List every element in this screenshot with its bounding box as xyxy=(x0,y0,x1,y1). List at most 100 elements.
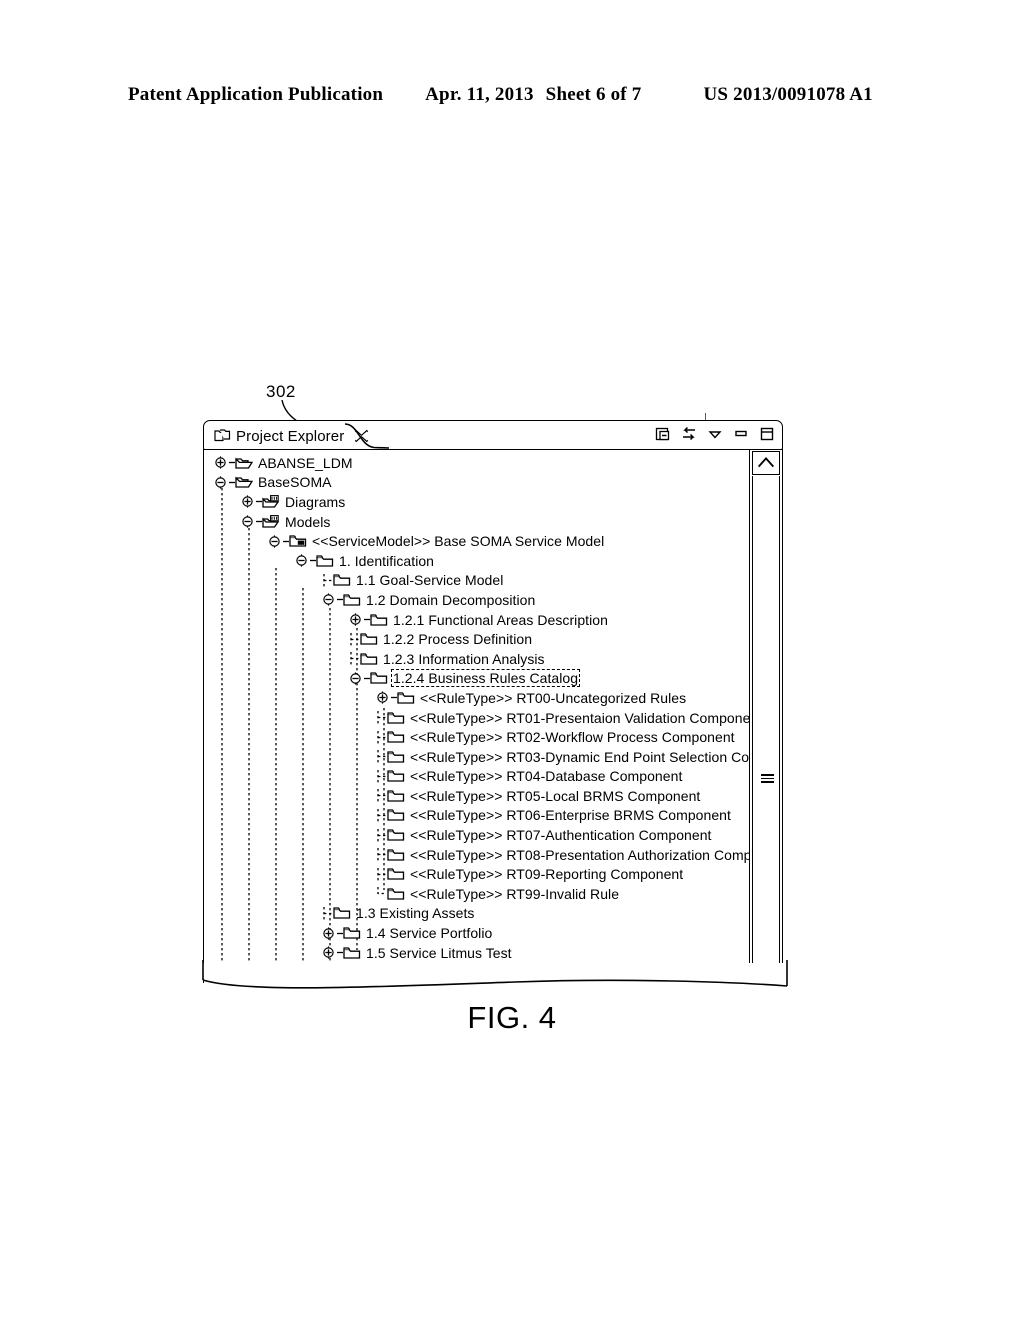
tree-row[interactable]: 1.2.4 Business Rules Catalog xyxy=(204,668,749,689)
tree-row[interactable]: <<RuleType>> RT00-Uncategorized Rules xyxy=(204,688,749,708)
tree-row[interactable]: 1.2.1 Functional Areas Description xyxy=(204,610,749,630)
folder-icon xyxy=(343,594,361,606)
collapse-node-icon[interactable] xyxy=(322,593,335,607)
tree-row-label: <<RuleType>> RT02-Workflow Process Compo… xyxy=(410,729,735,746)
tree-rows: ABANSE_LDM BaseSOMA Diagrams Models <<Servic… xyxy=(204,453,749,982)
link-with-editor-icon[interactable] xyxy=(681,426,697,442)
tree-row[interactable]: Diagrams xyxy=(204,492,749,512)
tree-row-label: 1.4 Service Portfolio xyxy=(366,925,493,942)
tree-row-label: 1.2.4 Business Rules Catalog xyxy=(390,668,581,688)
expand-node-icon[interactable] xyxy=(322,926,335,940)
tree-row-label: 1.2 Domain Decomposition xyxy=(366,591,536,608)
patent-number-label: US 2013/0091078 A1 xyxy=(703,84,873,105)
tree-row-label: 1.5 Service Litmus Test xyxy=(366,944,512,961)
tree-row[interactable]: 2. Specification xyxy=(204,962,749,982)
folder-icon xyxy=(387,888,405,900)
tree-row[interactable]: <<RuleType>> RT08-Presentation Authoriza… xyxy=(204,845,749,865)
tree-connector-tee xyxy=(377,828,386,842)
tree-row[interactable]: <<ServiceModel>> Base SOMA Service Model xyxy=(204,531,749,551)
collapse-node-icon[interactable] xyxy=(349,672,362,685)
tree-row-label: <<RuleType>> RT00-Uncategorized Rules xyxy=(420,689,687,706)
collapse-node-icon[interactable] xyxy=(268,535,281,548)
tree-row[interactable]: BaseSOMA xyxy=(204,473,749,493)
collapse-node-icon[interactable] xyxy=(214,476,227,489)
tree-row[interactable]: Models xyxy=(204,512,749,532)
tree-connector-last xyxy=(377,887,386,895)
tree-row[interactable]: 1.3 Existing Assets xyxy=(204,904,749,924)
tree-connector-tee xyxy=(377,730,386,744)
tree-row[interactable]: <<RuleType>> RT99-Invalid Rule xyxy=(204,884,749,904)
tree-row[interactable]: <<RuleType>> RT01-Presentaion Validation… xyxy=(204,708,749,728)
folder-open-project-icon xyxy=(235,476,253,489)
project-explorer-tree-panel: ABANSE_LDM BaseSOMA Diagrams Models <<Servic… xyxy=(203,449,783,983)
minimize-icon[interactable] xyxy=(733,426,749,442)
patent-publication-label: Patent Application Publication xyxy=(128,84,384,105)
tree-connector-tee xyxy=(377,867,386,881)
expand-node-icon[interactable] xyxy=(322,946,335,959)
folder-icon xyxy=(360,633,378,645)
folder-icon xyxy=(343,927,361,939)
tree-connector-tee xyxy=(350,652,359,666)
tree-row-label: ABANSE_LDM xyxy=(258,454,353,471)
tree-row-label: 2. Specification xyxy=(339,964,435,981)
expand-node-icon[interactable] xyxy=(349,613,362,626)
scrollbar-grip-icon xyxy=(761,774,774,785)
collapse-node-icon[interactable] xyxy=(241,515,254,528)
tree-row[interactable]: 1.2.3 Information Analysis xyxy=(204,649,749,669)
folder-models-icon xyxy=(262,514,280,528)
view-menu-icon[interactable] xyxy=(707,426,723,442)
tree-row[interactable]: 1.2 Domain Decomposition xyxy=(204,590,749,610)
patent-page-header: Patent Application Publication Apr. 11, … xyxy=(128,84,896,110)
vertical-scrollbar[interactable] xyxy=(749,450,782,983)
tree-row-label: <<RuleType>> RT01-Presentaion Validation… xyxy=(410,709,749,726)
tree-row[interactable]: <<RuleType>> RT07-Authentication Compone… xyxy=(204,825,749,845)
maximize-icon[interactable] xyxy=(759,426,775,442)
folder-icon xyxy=(343,947,361,959)
tree-row[interactable]: 1.1 Goal-Service Model xyxy=(204,571,749,591)
tab-title-label: Project Explorer xyxy=(236,427,345,445)
tree-row[interactable]: <<RuleType>> RT02-Workflow Process Compo… xyxy=(204,727,749,747)
tree-connector-tee xyxy=(323,906,332,920)
folder-icon xyxy=(387,751,405,763)
expand-node-icon[interactable] xyxy=(214,456,227,469)
tree-row-label: 1. Identification xyxy=(339,552,435,569)
tree-row[interactable]: 1.5 Service Litmus Test xyxy=(204,943,749,963)
service-model-icon xyxy=(289,535,307,547)
tree-viewport[interactable]: ABANSE_LDM BaseSOMA Diagrams Models <<Servic… xyxy=(204,450,749,983)
folder-icon xyxy=(333,907,351,920)
tree-connector-tee xyxy=(377,769,386,783)
tree-row-label: Models xyxy=(285,513,331,530)
tree-row-label: 1.2.2 Process Definition xyxy=(383,631,533,648)
expand-node-icon[interactable] xyxy=(295,966,308,979)
tree-row-label: <<RuleType>> RT06-Enterprise BRMS Compon… xyxy=(410,807,731,824)
collapse-node-icon[interactable] xyxy=(295,554,308,567)
tree-row-label: <<RuleType>> RT09-Reporting Component xyxy=(410,866,684,883)
scroll-up-icon xyxy=(757,457,775,468)
folder-icon xyxy=(316,966,334,978)
scrollbar-thumb[interactable] xyxy=(752,476,780,936)
tree-row[interactable]: <<RuleType>> RT06-Enterprise BRMS Compon… xyxy=(204,806,749,826)
tree-row[interactable]: 1.2.2 Process Definition xyxy=(204,629,749,649)
folder-icon xyxy=(387,770,405,782)
collapse-all-icon[interactable] xyxy=(655,426,671,442)
tree-row[interactable]: <<RuleType>> RT04-Database Component xyxy=(204,767,749,787)
expand-node-icon[interactable] xyxy=(376,691,389,705)
tree-connector-tee xyxy=(323,573,332,587)
tree-row[interactable]: 1.4 Service Portfolio xyxy=(204,923,749,943)
folder-diagrams-icon xyxy=(262,495,280,508)
tree-row[interactable]: <<RuleType>> RT09-Reporting Component xyxy=(204,864,749,884)
folder-icon xyxy=(397,692,415,704)
tree-row-label: <<RuleType>> RT04-Database Component xyxy=(410,768,683,785)
reference-numeral-302: 302 xyxy=(266,382,296,401)
tree-row-label: <<ServiceModel>> Base SOMA Service Model xyxy=(312,533,605,550)
tree-row-label: 1.2.1 Functional Areas Description xyxy=(393,611,608,628)
tree-row[interactable]: <<RuleType>> RT03-Dynamic End Point Sele… xyxy=(204,747,749,767)
expand-node-icon[interactable] xyxy=(241,495,254,509)
tree-row-label: 1.2.3 Information Analysis xyxy=(383,650,545,667)
tree-row[interactable]: <<RuleType>> RT05-Local BRMS Component xyxy=(204,786,749,806)
tree-row-label: <<RuleType>> RT07-Authentication Compone… xyxy=(410,827,712,844)
tree-row[interactable]: 1. Identification xyxy=(204,551,749,571)
scroll-up-button[interactable] xyxy=(752,451,780,475)
patent-sheet-label: Sheet 6 of 7 xyxy=(545,84,642,105)
tree-row[interactable]: ABANSE_LDM xyxy=(204,453,749,473)
